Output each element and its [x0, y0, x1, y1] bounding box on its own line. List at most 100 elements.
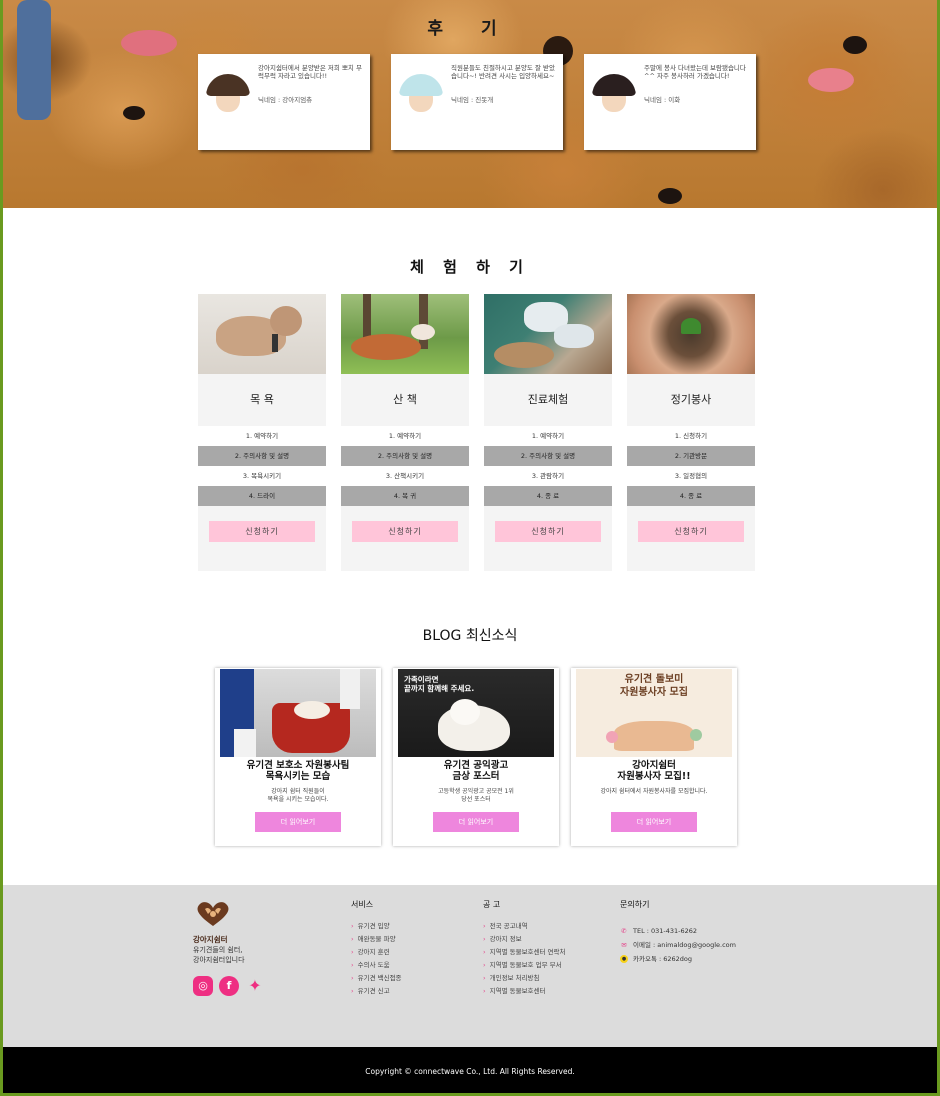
contact-email[interactable]: ✉ 이메일 : animaldog@google.com	[620, 938, 736, 952]
review-nickname: 닉네임 : 이화	[644, 96, 681, 104]
copyright: Copyright © connectwave Co., Ltd. All Ri…	[3, 1047, 937, 1093]
footer-description: 유기견들의 쉼터, 강아지쉼터입니다	[193, 946, 245, 964]
contact-kakao[interactable]: ● 카카오톡 : 6262dog	[620, 952, 736, 966]
reviews-title: 후 기	[427, 19, 513, 39]
reviews-section: 후 기 강아지쉼터에서 분양받은 저희 뽀치 무럭무럭 자라고 있습니다!! 닉…	[3, 0, 937, 208]
blog-post-title: 강아지쉼터 자원봉사자 모집!!	[617, 760, 691, 782]
experience-step: 1. 예약하기	[484, 426, 612, 446]
chevron-right-icon: ›	[483, 948, 486, 956]
chevron-right-icon: ›	[351, 922, 354, 930]
footer-link[interactable]: › 유기견 입양	[351, 920, 402, 933]
footer-link[interactable]: › 전국 공고내역	[483, 920, 566, 933]
read-more-button[interactable]: 더 읽어보기	[611, 812, 697, 832]
blog-post-photo: 가족이라면 끝까지 함께해 주세요.	[398, 669, 554, 757]
chevron-right-icon: ›	[483, 922, 486, 930]
social-links: ◎ f ✦	[193, 976, 265, 996]
avatar	[399, 74, 443, 118]
heart-dog-logo-icon	[197, 902, 229, 926]
footer-contact: 문의하기 ✆ TEL : 031-431-6262 ✉ 이메일 : animaldo…	[620, 899, 736, 966]
footer-link[interactable]: › 애완동물 파양	[351, 933, 402, 946]
apply-button[interactable]: 신청하기	[638, 521, 744, 542]
chevron-right-icon: ›	[351, 974, 354, 982]
experience-name: 산 책	[393, 393, 417, 406]
experience-step: 2. 주의사항 및 설명	[484, 446, 612, 466]
footer-link[interactable]: › 강아지 정보	[483, 933, 566, 946]
chevron-right-icon: ›	[483, 961, 486, 969]
avatar	[592, 74, 636, 118]
apply-button[interactable]: 신청하기	[209, 521, 315, 542]
footer-link[interactable]: › 유기견 신고	[351, 985, 402, 998]
volunteer-hands-photo	[627, 294, 755, 374]
experience-step: 2. 기관방문	[627, 446, 755, 466]
blog-post-desc: 강아지 쉼터에서 자원봉사자를 모집합니다.	[600, 788, 708, 795]
experience-card-volunteer: 정기봉사 1. 신청하기 2. 기관방문 3. 일정협의 4. 종 료 신청하기	[627, 294, 755, 571]
read-more-button[interactable]: 더 읽어보기	[433, 812, 519, 832]
experience-step: 1. 예약하기	[341, 426, 469, 446]
experience-step: 1. 예약하기	[198, 426, 326, 446]
experience-step: 2. 주의사항 및 설명	[341, 446, 469, 466]
kakao-icon: ●	[620, 955, 628, 963]
blog-title: BLOG 최신소식	[422, 628, 518, 644]
footer-link[interactable]: › 강아지 훈련	[351, 946, 402, 959]
apply-button[interactable]: 신청하기	[352, 521, 458, 542]
blog-post-card: 유기견 돌보미 자원봉사자 모집 강아지쉼터 자원봉사자 모집!! 강아지 쉼터…	[571, 668, 737, 846]
experience-step: 3. 산책시키기	[341, 466, 469, 486]
twitter-icon[interactable]: ✦	[245, 976, 265, 996]
experience-step: 4. 드라이	[198, 486, 326, 506]
footer-notices-head: 공 고	[483, 900, 501, 909]
read-more-button[interactable]: 더 읽어보기	[255, 812, 341, 832]
experience-name: 목 욕	[250, 393, 274, 406]
footer-link[interactable]: › 지역별 동물보호센터 연락처	[483, 946, 566, 959]
footer-link[interactable]: › 지역별 동물보호 업무 부서	[483, 959, 566, 972]
experience-step: 4. 종 료	[484, 486, 612, 506]
review-nickname: 닉네임 : 진돗개	[451, 96, 494, 104]
footer-services: 서비스 › 유기견 입양 › 애완동물 파양 › 강아지 훈련 › 수의사 도움 › 유기…	[351, 899, 402, 998]
poster-text: 유기견 돌보미 자원봉사자 모집	[620, 674, 688, 698]
blog-post-card: 유기견 보호소 자원봉사팀 목욕시키는 모습 강아지 쉼터 직원들이 목욕을 시…	[215, 668, 381, 846]
puppy-nose	[123, 106, 145, 120]
footer-services-head: 서비스	[351, 900, 374, 909]
phone-icon: ✆	[621, 927, 627, 935]
chevron-right-icon: ›	[351, 935, 354, 943]
experience-title: 체 험 하 기	[410, 258, 530, 276]
chevron-right-icon: ›	[483, 987, 486, 995]
blog-post-title: 유기견 보호소 자원봉사팀 목욕시키는 모습	[246, 760, 350, 782]
contact-tel[interactable]: ✆ TEL : 031-431-6262	[620, 924, 736, 938]
footer-link[interactable]: › 수의사 도움	[351, 959, 402, 972]
footer-brand: 강아지쉼터	[193, 935, 228, 944]
experience-card-bath: 목 욕 1. 예약하기 2. 주의사항 및 설명 3. 목욕시키기 4. 드라이…	[198, 294, 326, 571]
experience-step: 4. 복 귀	[341, 486, 469, 506]
footer-logo[interactable]: 강아지쉼터	[193, 900, 233, 945]
blog-post-title: 유기견 공익광고 금상 포스터	[443, 760, 509, 782]
review-text: 주말에 봉사 다녀왔는데 보람됐습니다^^ 자주 봉사하러 가겠습니다!	[644, 64, 746, 80]
experience-step: 2. 주의사항 및 설명	[198, 446, 326, 466]
footer-link[interactable]: › 개인정보 처리방침	[483, 972, 566, 985]
experience-step: 3. 일정협의	[627, 466, 755, 486]
instagram-icon[interactable]: ◎	[193, 976, 213, 996]
puppy-tongue	[808, 68, 854, 92]
blog-post-desc: 강아지 쉼터 직원들이 목욕을 시키는 모습이다.	[267, 788, 329, 803]
experience-step: 3. 관람하기	[484, 466, 612, 486]
review-text: 강아지쉼터에서 분양받은 저희 뽀치 무럭무럭 자라고 있습니다!!	[258, 64, 362, 80]
experience-step: 4. 종 료	[627, 486, 755, 506]
poster-text: 가족이라면 끝까지 함께해 주세요.	[404, 675, 475, 693]
footer-notices: 공 고 › 전국 공고내역 › 강아지 정보 › 지역별 동물보호센터 연락처 › 지역…	[483, 899, 566, 998]
avatar	[206, 74, 250, 118]
footer-contact-head: 문의하기	[620, 900, 650, 909]
chevron-right-icon: ›	[351, 948, 354, 956]
footer-link[interactable]: › 지역별 동물보호센터	[483, 985, 566, 998]
apply-button[interactable]: 신청하기	[495, 521, 601, 542]
chevron-right-icon: ›	[351, 987, 354, 995]
experience-card-clinic: 진료체험 1. 예약하기 2. 주의사항 및 설명 3. 관람하기 4. 종 료…	[484, 294, 612, 571]
blog-post-desc: 고등학생 공익광고 공모전 1위 당선 포스터	[438, 788, 514, 803]
walk-dog-photo	[341, 294, 469, 374]
chevron-right-icon: ›	[483, 935, 486, 943]
review-text: 직원분들도 친절하시고 분양도 잘 받았습니다~! 반려견 사시는 입양하세요~	[451, 64, 555, 80]
puppy-nose	[658, 188, 682, 204]
experience-name: 진료체험	[527, 393, 569, 406]
facebook-icon[interactable]: f	[219, 976, 239, 996]
footer-link[interactable]: › 유기견 백신접종	[351, 972, 402, 985]
blog-post-photo	[220, 669, 376, 757]
experience-card-walk: 산 책 1. 예약하기 2. 주의사항 및 설명 3. 산책시키기 4. 복 귀…	[341, 294, 469, 571]
review-card: 직원분들도 친절하시고 분양도 잘 받았습니다~! 반려견 사시는 입양하세요~…	[391, 54, 563, 150]
